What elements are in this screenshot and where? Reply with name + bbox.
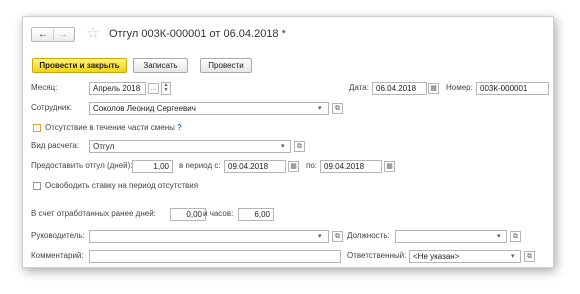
date-calendar-icon[interactable]: ▦ xyxy=(428,83,439,94)
number-field[interactable]: 003К-000001 xyxy=(476,82,549,95)
free-rate-checkbox[interactable] xyxy=(33,182,41,190)
month-stepper[interactable]: ▲ ▼ xyxy=(161,82,171,95)
period-to-label: по: xyxy=(306,161,318,170)
period-to-calendar-icon[interactable]: ▦ xyxy=(384,161,395,172)
calc-type-field[interactable]: Отгул xyxy=(89,140,291,153)
manager-field[interactable] xyxy=(89,230,329,243)
free-rate-label: Освободить ставку на период отсутствия xyxy=(45,181,199,190)
number-label: Номер: xyxy=(446,83,473,92)
post-button[interactable]: Провести xyxy=(200,58,252,73)
month-field[interactable]: Апрель 2018 xyxy=(89,82,146,95)
period-from-calendar-icon[interactable]: ▦ xyxy=(288,161,299,172)
comment-label: Комментарий: xyxy=(31,251,84,260)
document-title: Отгул 003К-000001 от 06.04.2018 * xyxy=(109,28,286,40)
position-label: Должность: xyxy=(347,231,390,240)
hours-field[interactable]: 6,00 xyxy=(238,208,274,221)
partial-shift-checkbox[interactable] xyxy=(33,124,41,132)
days-field[interactable]: 1,00 xyxy=(132,160,173,173)
star-icon[interactable]: ☆ xyxy=(85,25,101,43)
stepper-down-icon[interactable]: ▼ xyxy=(162,88,170,93)
days-label: Предоставить отгул (дней): xyxy=(31,161,133,170)
responsible-label: Ответственный: xyxy=(347,251,407,260)
period-to-field[interactable]: 09.04.2018 xyxy=(320,160,382,173)
worked-days-field[interactable]: 0,00 xyxy=(170,208,206,221)
calc-type-dropdown-icon[interactable]: ▾ xyxy=(281,141,285,152)
employee-open-icon[interactable]: ⧉ xyxy=(332,103,343,114)
responsible-field[interactable]: <Не указан> xyxy=(409,250,521,263)
help-icon[interactable]: ? xyxy=(177,121,182,135)
employee-field[interactable]: Соколов Леонид Сергеевич xyxy=(89,102,329,115)
date-field[interactable]: 06.04.2018 xyxy=(372,82,427,95)
manager-open-icon[interactable]: ⧉ xyxy=(332,231,343,242)
manager-label: Руководитель: xyxy=(31,231,85,240)
back-arrow-icon[interactable]: ← xyxy=(35,28,51,41)
period-from-label: в период с: xyxy=(179,161,221,170)
employee-dropdown-icon[interactable]: ▾ xyxy=(318,103,322,114)
save-button[interactable]: Записать xyxy=(133,58,188,73)
position-dropdown-icon[interactable]: ▾ xyxy=(497,231,501,242)
date-label: Дата: xyxy=(349,83,369,92)
partial-shift-label: Отсутствие в течение части смены xyxy=(45,123,175,132)
worked-days-label: В счет отработанных ранее дней: xyxy=(31,209,156,218)
employee-label: Сотрудник: xyxy=(31,103,73,112)
position-open-icon[interactable]: ⧉ xyxy=(510,231,521,242)
month-label: Месяц: xyxy=(31,83,58,92)
responsible-open-icon[interactable]: ⧉ xyxy=(524,251,535,262)
hours-label: и часов: xyxy=(203,209,234,218)
period-from-field[interactable]: 09.04.2018 xyxy=(224,160,286,173)
calc-type-label: Вид расчета: xyxy=(31,141,80,150)
forward-arrow-icon[interactable]: → xyxy=(55,28,71,41)
position-field[interactable] xyxy=(395,230,507,243)
month-select-button[interactable]: ... xyxy=(148,83,159,94)
responsible-dropdown-icon[interactable]: ▾ xyxy=(511,251,515,262)
post-and-close-button[interactable]: Провести и закрыть xyxy=(32,58,127,73)
comment-field[interactable] xyxy=(89,250,341,263)
document-window: ← → ☆ Отгул 003К-000001 от 06.04.2018 * … xyxy=(22,16,554,268)
calc-type-open-icon[interactable]: ⧉ xyxy=(294,141,305,152)
manager-dropdown-icon[interactable]: ▾ xyxy=(318,231,322,242)
nav-divider xyxy=(53,29,54,40)
